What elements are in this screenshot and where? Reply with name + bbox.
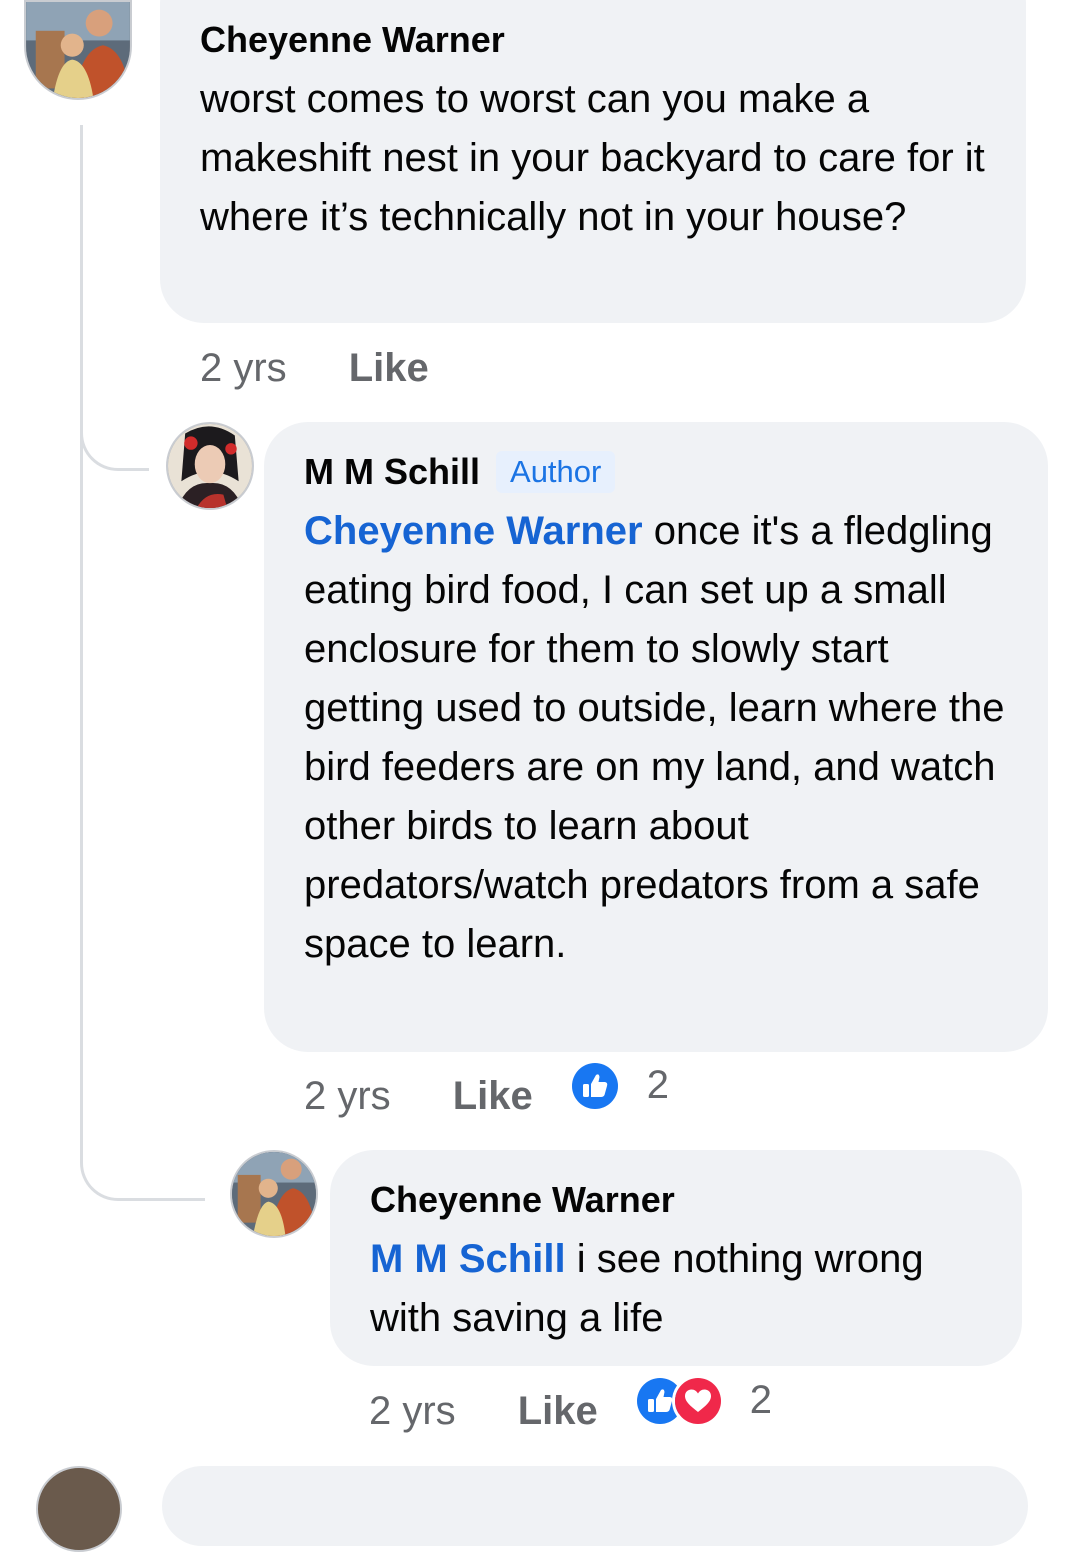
like-button[interactable]: Like — [453, 1074, 533, 1119]
comment-timestamp[interactable]: 2 yrs — [304, 1074, 391, 1119]
avatar[interactable] — [24, 0, 132, 100]
author-row: M M Schill Author — [304, 450, 1012, 494]
reaction-count: 2 — [646, 1063, 669, 1107]
thread-line — [80, 430, 205, 1201]
mention-link[interactable]: M M Schill — [370, 1237, 566, 1281]
love-icon — [671, 1374, 724, 1427]
comment-bubble — [162, 1466, 1028, 1546]
comment-body: once it's a fledgling eating bird food, … — [304, 509, 1005, 966]
like-button[interactable]: Like — [518, 1389, 598, 1434]
comment-text: Cheyenne Warner once it's a fledgling ea… — [304, 502, 1012, 974]
comment-actions: 2 yrs Like — [200, 346, 429, 391]
mention-link[interactable]: Cheyenne Warner — [304, 509, 643, 553]
comment-actions: 2 yrs Like 2 — [369, 1374, 772, 1434]
avatar[interactable] — [36, 1466, 122, 1552]
comment-author[interactable]: Cheyenne Warner — [370, 1178, 992, 1222]
comment-bubble: Cheyenne Warner M M Schill i see nothing… — [330, 1150, 1022, 1366]
avatar[interactable] — [230, 1150, 318, 1238]
comment-text: worst comes to worst can you make a make… — [200, 77, 985, 239]
comment-actions: 2 yrs Like 2 — [304, 1059, 669, 1119]
comment-text: M M Schill i see nothing wrong with savi… — [370, 1230, 992, 1348]
thread-line — [80, 125, 149, 471]
comment-author[interactable]: Cheyenne Warner — [200, 18, 986, 62]
author-badge: Author — [496, 451, 616, 493]
avatar[interactable] — [166, 422, 254, 510]
comment-bubble: M M Schill Author Cheyenne Warner once i… — [264, 422, 1048, 1052]
comment-author[interactable]: M M Schill — [304, 450, 480, 494]
reaction-summary[interactable]: 2 — [568, 1059, 669, 1112]
like-icon — [568, 1059, 621, 1112]
comment-bubble: Cheyenne Warner worst comes to worst can… — [160, 0, 1026, 323]
like-button[interactable]: Like — [349, 346, 429, 391]
reaction-summary[interactable]: 2 — [633, 1374, 772, 1427]
comment-timestamp[interactable]: 2 yrs — [369, 1389, 456, 1434]
reaction-count: 2 — [749, 1378, 772, 1422]
comment-timestamp[interactable]: 2 yrs — [200, 346, 287, 391]
